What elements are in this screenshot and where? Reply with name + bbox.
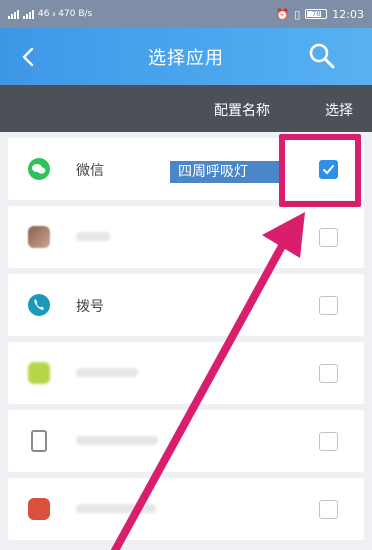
- select-checkbox[interactable]: [319, 364, 338, 383]
- back-arrow-icon[interactable]: [18, 44, 40, 70]
- list-item[interactable]: [8, 410, 364, 472]
- select-checkbox[interactable]: [319, 500, 338, 519]
- blurred-app-name: [76, 368, 138, 377]
- vibrate-icon: ▯: [294, 7, 301, 21]
- blurred-app-name: [76, 504, 156, 513]
- select-checkbox[interactable]: [319, 296, 338, 315]
- status-bar: 46 ᵢₗ 470 B/s ⏰ ▯ 78 12:03: [0, 0, 372, 28]
- page-title: 选择应用: [148, 47, 224, 69]
- blurred-app-icon: [28, 226, 50, 248]
- column-header: 配置名称 选择: [0, 85, 372, 132]
- wechat-icon: [28, 158, 50, 180]
- list-item[interactable]: [8, 206, 364, 268]
- search-icon[interactable]: [308, 42, 336, 70]
- signal-icon: [23, 9, 34, 19]
- sim-card-icon: [31, 430, 47, 452]
- list-item-dialer[interactable]: 拨号: [8, 274, 364, 336]
- phone-icon: [28, 294, 50, 316]
- select-checkbox[interactable]: [319, 432, 338, 451]
- alarm-icon: ⏰: [275, 7, 290, 21]
- battery-icon: 78: [305, 9, 328, 19]
- list-item[interactable]: [8, 342, 364, 404]
- app-name: 微信: [76, 163, 104, 179]
- network-speed: 46 ᵢₗ 470 B/s: [38, 9, 93, 19]
- config-name-column: 配置名称: [214, 103, 270, 119]
- annotation-highlight: [279, 134, 361, 207]
- blurred-app-name: [76, 232, 110, 241]
- app-header: 选择应用: [0, 28, 372, 85]
- signal-icon: [8, 9, 19, 19]
- select-checkbox[interactable]: [319, 228, 338, 247]
- config-name-field[interactable]: 四周呼吸灯: [170, 161, 284, 183]
- app-name: 拨号: [76, 299, 104, 315]
- blurred-app-icon: [28, 498, 50, 520]
- blurred-app-icon: [28, 362, 50, 384]
- clock: 12:03: [332, 7, 364, 21]
- select-column: 选择: [325, 103, 353, 119]
- list-item[interactable]: [8, 478, 364, 540]
- blurred-app-name: [76, 436, 158, 445]
